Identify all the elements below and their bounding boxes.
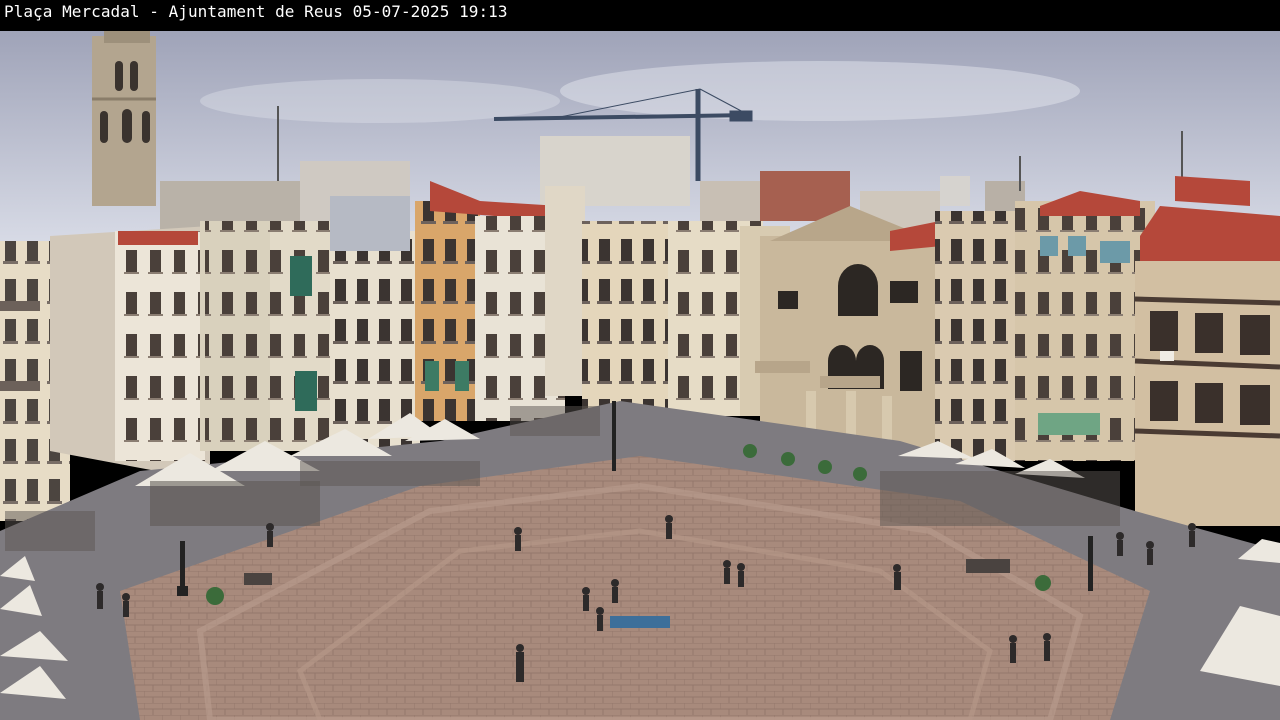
camera-caption: Plaça Mercadal - Ajuntament de Reus 05-0…: [4, 2, 508, 21]
buildings-left-row: [50, 196, 420, 481]
buildings-right-row: [935, 191, 1155, 461]
camera-caption-bar: Plaça Mercadal - Ajuntament de Reus 05-0…: [0, 0, 1280, 31]
town-square-view: [0, 31, 1280, 720]
half-timbered-house: [1134, 176, 1280, 526]
webcam-scene: [0, 31, 1280, 720]
bell-tower: [92, 31, 156, 206]
modernist-facade: [755, 206, 942, 461]
webcam-frame: Plaça Mercadal - Ajuntament de Reus 05-0…: [0, 0, 1280, 720]
